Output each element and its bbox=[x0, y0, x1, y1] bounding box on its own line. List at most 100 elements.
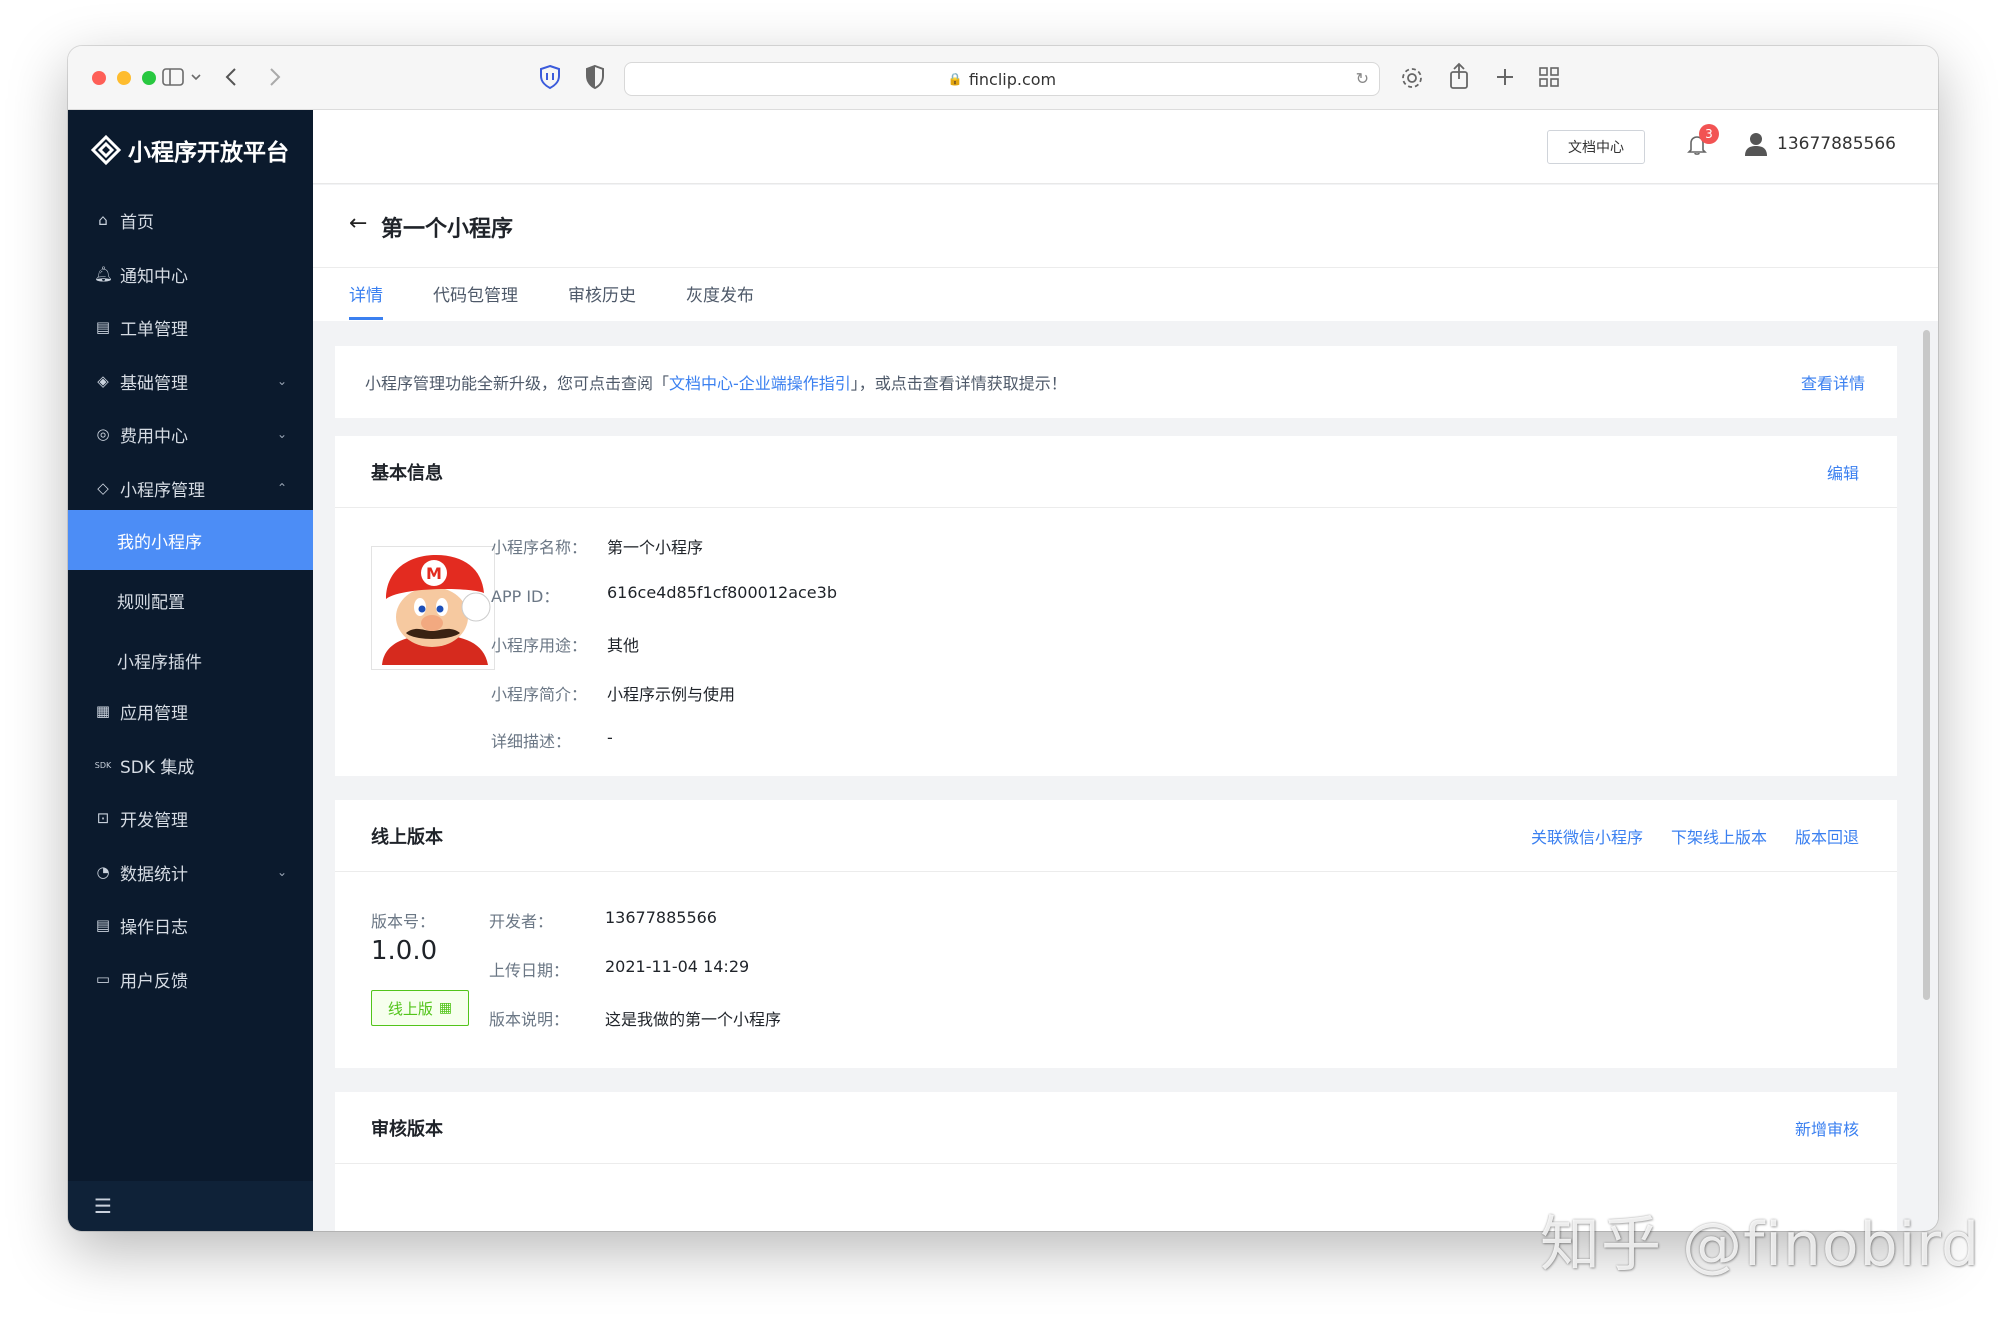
sidebar-item-basic-management[interactable]: ◈ 基础管理 ⌄ bbox=[68, 355, 313, 407]
field-value: 第一个小程序 bbox=[607, 538, 704, 557]
sidebar-item-label: 基础管理 bbox=[120, 373, 188, 394]
tab-bar: 详情 代码包管理 审核历史 灰度发布 bbox=[349, 281, 804, 320]
sidebar-item-notifications[interactable]: 🔔︎ 通知中心 bbox=[68, 248, 313, 300]
sidebar-subitem-plugins[interactable]: 小程序插件 bbox=[68, 630, 313, 690]
divider bbox=[313, 267, 1938, 268]
sidebar-item-billing[interactable]: ◎ 费用中心 ⌄ bbox=[68, 408, 313, 460]
sidebar-subitem-label: 我的小程序 bbox=[117, 532, 202, 553]
pie-chart-icon: ◔ bbox=[96, 863, 110, 881]
tab-details[interactable]: 详情 bbox=[349, 281, 383, 320]
code-icon: ⊡ bbox=[96, 809, 110, 827]
sidebar-item-app-management[interactable]: ▦ 应用管理 bbox=[68, 685, 313, 737]
sdk-icon: SDK bbox=[94, 760, 112, 770]
sidebar-item-statistics[interactable]: ◔ 数据统计 ⌄ bbox=[68, 846, 313, 898]
field-name: 小程序名称： 第一个小程序 bbox=[491, 534, 703, 558]
field-developer: 开发者： 13677885566 bbox=[489, 908, 717, 932]
card-actions: 新增审核 bbox=[1767, 1092, 1859, 1164]
field-label: 详细描述： bbox=[491, 732, 572, 751]
coin-icon: ◎ bbox=[96, 425, 110, 443]
edit-button[interactable]: 编辑 bbox=[1827, 460, 1859, 484]
logo[interactable]: 小程序开放平台 bbox=[90, 130, 289, 170]
miniapp-icon: ◇ bbox=[97, 479, 109, 497]
share-icon[interactable] bbox=[1448, 62, 1470, 90]
sidebar-item-label: 费用中心 bbox=[120, 426, 188, 447]
field-value: 小程序示例与使用 bbox=[607, 685, 736, 704]
user-menu[interactable]: 13677885566 bbox=[1745, 132, 1896, 156]
maximize-window-button[interactable] bbox=[142, 71, 156, 85]
shield-icon[interactable] bbox=[538, 64, 562, 90]
card-header: 审核版本 新增审核 bbox=[335, 1092, 1897, 1164]
sidebar-item-label: 用户反馈 bbox=[120, 971, 188, 992]
forward-icon[interactable] bbox=[268, 66, 282, 88]
minimize-window-button[interactable] bbox=[117, 71, 131, 85]
sidebar-subitem-rules[interactable]: 规则配置 bbox=[68, 570, 313, 630]
sidebar-item-label: 通知中心 bbox=[120, 266, 188, 287]
page-header: ← 第一个小程序 详情 代码包管理 审核历史 灰度发布 bbox=[313, 185, 1938, 321]
sidebar-toggle-icon[interactable] bbox=[162, 68, 184, 86]
tab-overview-icon[interactable] bbox=[1538, 66, 1560, 88]
url-text: finclip.com bbox=[968, 69, 1057, 89]
tab-gray-release[interactable]: 灰度发布 bbox=[686, 281, 754, 320]
sidebar-subitem-label: 小程序插件 bbox=[117, 652, 202, 673]
field-upload-date: 上传日期： 2021-11-04 14:29 bbox=[489, 957, 749, 981]
sidebar-item-home[interactable]: ⌂ 首页 bbox=[68, 194, 313, 246]
view-details-link[interactable]: 查看详情 bbox=[1801, 370, 1865, 394]
sidebar-subitem-my-miniapps[interactable]: 我的小程序 bbox=[68, 510, 313, 570]
tab-review-history[interactable]: 审核历史 bbox=[568, 281, 636, 320]
sidebar-item-tickets[interactable]: ▤ 工单管理 bbox=[68, 301, 313, 353]
field-label: 版本说明： bbox=[489, 1010, 570, 1029]
field-value: 其他 bbox=[607, 636, 640, 655]
address-bar[interactable]: 🔒 finclip.com ↻ bbox=[624, 62, 1380, 96]
bell-icon: 🔔︎ bbox=[94, 265, 114, 283]
logo-icon bbox=[90, 134, 122, 166]
sidebar-item-operation-log[interactable]: ▤ 操作日志 bbox=[68, 899, 313, 951]
new-review-button[interactable]: 新增审核 bbox=[1795, 1116, 1859, 1140]
svg-text:M: M bbox=[426, 564, 442, 583]
unpublish-button[interactable]: 下架线上版本 bbox=[1671, 824, 1767, 848]
notification-badge: 3 bbox=[1699, 124, 1719, 144]
feedback-icon: ▭ bbox=[95, 970, 111, 988]
field-intro: 小程序简介： 小程序示例与使用 bbox=[491, 681, 735, 705]
chevron-down-icon[interactable] bbox=[190, 72, 202, 82]
online-tag-label: 线上版 bbox=[387, 999, 433, 1018]
page-title: 第一个小程序 bbox=[381, 217, 514, 242]
scrollbar-thumb[interactable] bbox=[1923, 330, 1930, 1000]
notice-doc-link[interactable]: 文档中心-企业端操作指引 bbox=[669, 370, 851, 394]
sidebar-item-label: 小程序管理 bbox=[120, 480, 205, 501]
home-icon: ⌂ bbox=[98, 211, 108, 229]
back-arrow-icon[interactable]: ← bbox=[349, 211, 367, 236]
sidebar-item-sdk[interactable]: SDK SDK 集成 bbox=[68, 739, 313, 791]
doc-center-button[interactable]: 文档中心 bbox=[1547, 130, 1645, 164]
link-wechat-button[interactable]: 关联微信小程序 bbox=[1531, 824, 1643, 848]
online-tag[interactable]: 线上版 ▦ bbox=[371, 990, 469, 1026]
sidebar-item-feedback[interactable]: ▭ 用户反馈 bbox=[68, 953, 313, 1005]
field-app-id: APP ID： 616ce4d85f1cf800012ace3b bbox=[491, 583, 837, 607]
collapse-sidebar-button[interactable]: ☰ bbox=[68, 1181, 313, 1231]
privacy-icon[interactable] bbox=[584, 64, 606, 90]
field-label: 开发者： bbox=[489, 912, 554, 931]
new-tab-icon[interactable] bbox=[1494, 66, 1516, 88]
sidebar-item-label: 应用管理 bbox=[120, 703, 188, 724]
rollback-button[interactable]: 版本回退 bbox=[1795, 824, 1859, 848]
field-label: 小程序名称： bbox=[491, 538, 588, 557]
field-value: 616ce4d85f1cf800012ace3b bbox=[607, 583, 837, 602]
reload-icon[interactable]: ↻ bbox=[1356, 69, 1369, 88]
sidebar-item-miniapp-management[interactable]: ◇ 小程序管理 ⌃ bbox=[68, 462, 313, 514]
field-label: APP ID： bbox=[491, 587, 560, 606]
field-version-notes: 版本说明： 这是我做的第一个小程序 bbox=[489, 1006, 781, 1030]
field-value: 这是我做的第一个小程序 bbox=[605, 1010, 782, 1029]
sidebar-item-development[interactable]: ⊡ 开发管理 bbox=[68, 792, 313, 844]
mario-avatar-icon: M bbox=[372, 547, 494, 669]
settings-icon[interactable] bbox=[1400, 66, 1424, 90]
browser-titlebar: 🔒 finclip.com ↻ bbox=[68, 46, 1938, 110]
close-window-button[interactable] bbox=[92, 71, 106, 85]
version-number: 1.0.0 bbox=[371, 936, 438, 966]
field-value: 13677885566 bbox=[605, 908, 717, 927]
back-icon[interactable] bbox=[224, 66, 238, 88]
qrcode-icon: ▦ bbox=[438, 1000, 453, 1016]
field-value: - bbox=[607, 728, 613, 747]
field-label: 小程序用途： bbox=[491, 636, 588, 655]
online-version-card: 线上版本 关联微信小程序 下架线上版本 版本回退 版本号： 1.0.0 线上版 … bbox=[335, 800, 1897, 1068]
tab-code-packages[interactable]: 代码包管理 bbox=[433, 281, 518, 320]
card-actions: 关联微信小程序 下架线上版本 版本回退 bbox=[1503, 800, 1859, 872]
